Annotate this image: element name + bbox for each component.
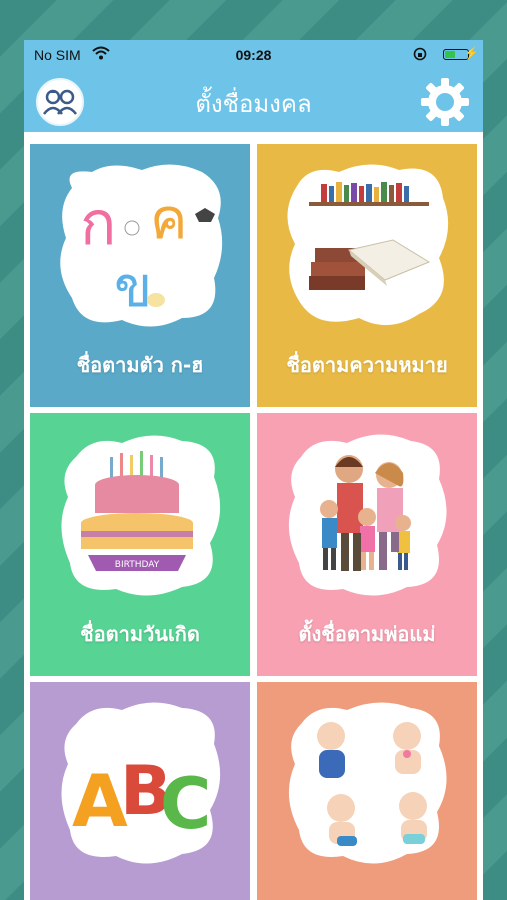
nav-bar: ตั้งชื่อมงคล <box>24 70 483 132</box>
abc-letters-illustration: A B C <box>61 702 221 864</box>
rotation-lock-icon <box>413 47 427 61</box>
settings-button[interactable] <box>419 76 471 128</box>
svg-text:BIRTHDAY: BIRTHDAY <box>115 560 160 570</box>
family-illustration <box>288 434 447 596</box>
tile-alphabet-label: ชื่อตามตัว ก-ฮ <box>76 353 204 377</box>
charging-icon: ⚡ <box>464 46 479 60</box>
phone-screen: No SIM 09:28 ⚡ ตั้งชื่อมงคล ก ค ข ชื่อตา… <box>24 40 483 900</box>
tile-birthday[interactable]: BIRTHDAY ชื่อตามวันเกิด <box>30 413 250 676</box>
birthday-cake-illustration: BIRTHDAY <box>61 435 221 596</box>
svg-text:ค: ค <box>150 187 187 252</box>
tile-alphabet[interactable]: ก ค ข ชื่อตามตัว ก-ฮ <box>30 144 250 407</box>
svg-text:ก: ก <box>80 189 116 259</box>
tile-birthday-label: ชื่อตามวันเกิด <box>80 622 200 646</box>
tile-abc[interactable]: A B C <box>30 682 250 900</box>
tile-babies[interactable] <box>257 682 477 900</box>
page-title: ตั้งชื่อมงคล <box>195 90 312 118</box>
tile-parents-label: ตั้งชื่อตามพ่อแม่ <box>298 622 436 646</box>
svg-text:ข: ข <box>114 255 152 320</box>
tile-parents[interactable]: ตั้งชื่อตามพ่อแม่ <box>257 413 477 676</box>
svg-text:C: C <box>160 763 211 845</box>
books-illustration <box>287 164 449 326</box>
status-bar: No SIM 09:28 ⚡ <box>24 40 483 70</box>
babies-illustration <box>288 702 447 864</box>
tile-meaning[interactable]: ชื่อตามความหมาย <box>257 144 477 407</box>
thai-letters-illustration: ก ค ข <box>60 164 223 327</box>
tile-meaning-label: ชื่อตามความหมาย <box>286 353 448 377</box>
